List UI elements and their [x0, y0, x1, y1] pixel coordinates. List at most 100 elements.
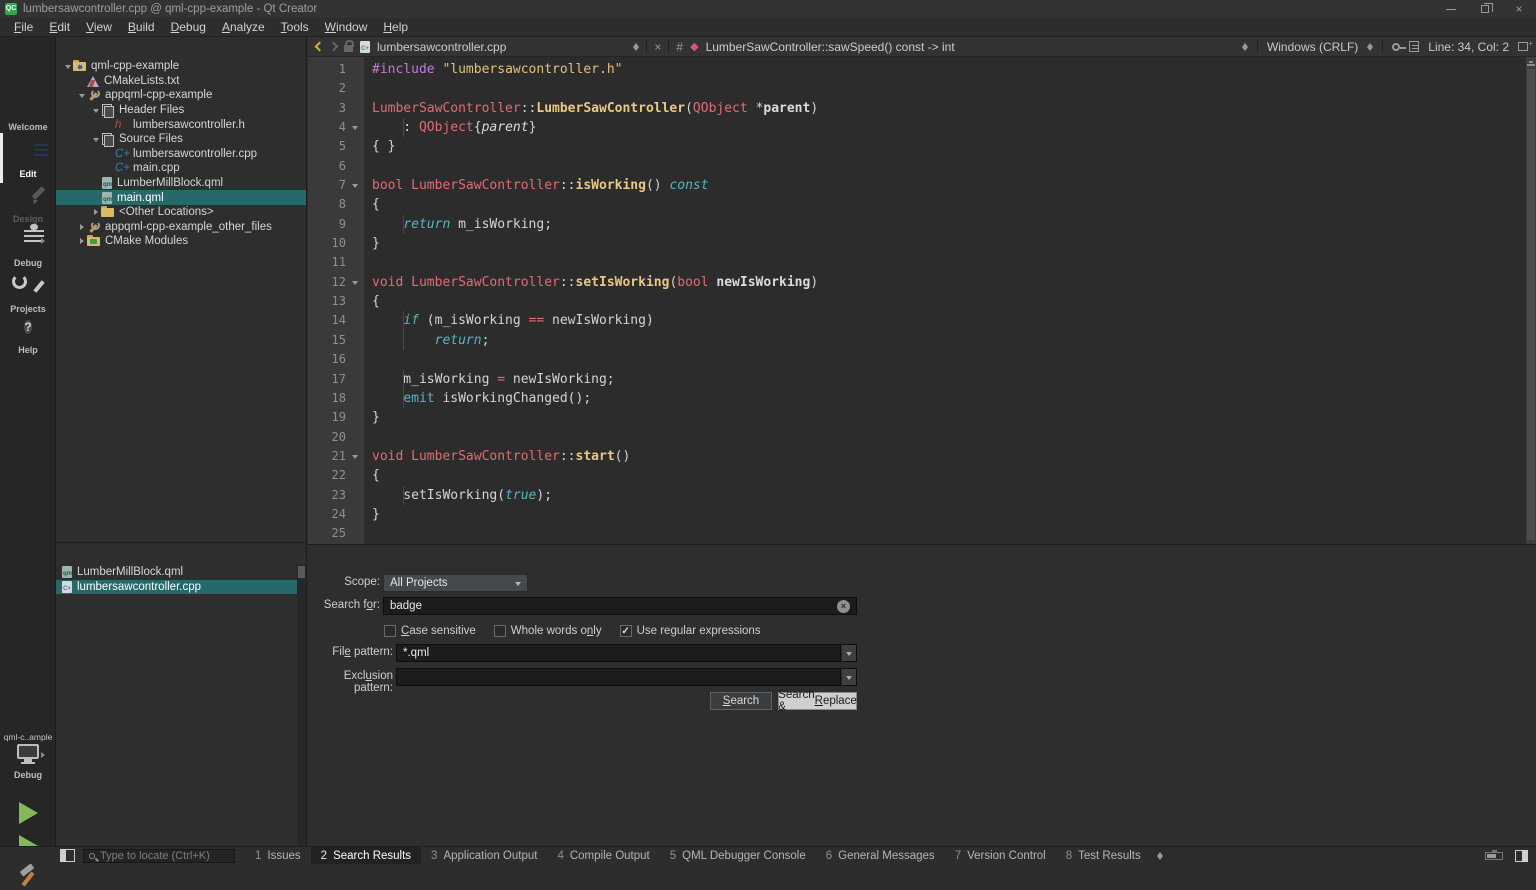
output-tab-version-control[interactable]: 7Version Control: [945, 847, 1056, 864]
file-pattern-input[interactable]: *.qml: [396, 644, 841, 662]
line-number[interactable]: 21: [308, 447, 346, 466]
line-number[interactable]: 22: [308, 466, 346, 485]
mode-edit[interactable]: Edit: [0, 139, 56, 179]
chevron-right-icon[interactable]: [77, 224, 86, 230]
whole-words-checkbox[interactable]: Whole words only: [494, 622, 602, 640]
line-number[interactable]: 4: [308, 118, 346, 137]
hash-symbol-icon[interactable]: #: [676, 40, 683, 54]
mode-debug[interactable]: Debug: [0, 228, 56, 268]
fold-marker-icon[interactable]: [346, 176, 364, 195]
annotation-toggle-icon[interactable]: [1527, 59, 1535, 66]
line-number[interactable]: 18: [308, 389, 346, 408]
tree-item-lumbersawcontroller-h[interactable]: hlumbersawcontroller.h: [56, 117, 306, 132]
open-document-lumbersawcontroller-cpp[interactable]: C+lumbersawcontroller.cpp: [56, 580, 306, 595]
search-button[interactable]: Search: [710, 692, 772, 710]
mode-help[interactable]: ? Help: [0, 318, 56, 355]
chevron-down-icon[interactable]: [91, 134, 100, 145]
chevron-down-icon[interactable]: [91, 105, 100, 116]
case-sensitive-checkbox[interactable]: Case sensitive: [384, 622, 476, 640]
tree-item-lumbermillblock-qml[interactable]: qmLumberMillBlock.qml: [56, 176, 306, 191]
line-number[interactable]: 23: [308, 486, 346, 505]
symbol-dropdown-arrows-icon[interactable]: [1242, 40, 1248, 54]
tree-item-appqml-cpp-example[interactable]: appqml-cpp-example: [56, 88, 306, 103]
tree-item--other-locations-[interactable]: <Other Locations>: [56, 205, 306, 220]
line-number[interactable]: 8: [308, 195, 346, 214]
toggle-left-sidebar-icon[interactable]: [60, 849, 75, 862]
close-document-icon[interactable]: ×: [654, 40, 661, 54]
fold-marker-icon[interactable]: [346, 447, 364, 466]
line-number[interactable]: 13: [308, 292, 346, 311]
tree-item-qml-cpp-example[interactable]: qml-cpp-example: [56, 59, 306, 74]
line-number[interactable]: 25: [308, 524, 346, 543]
line-number[interactable]: 9: [308, 215, 346, 234]
line-number[interactable]: 20: [308, 428, 346, 447]
chevron-right-icon[interactable]: [91, 209, 100, 215]
menu-debug[interactable]: Debug: [163, 18, 214, 36]
current-symbol[interactable]: LumberSawController::sawSpeed() const ->…: [706, 40, 955, 54]
scope-select[interactable]: All Projects: [383, 574, 528, 592]
tree-item-lumbersawcontroller-cpp[interactable]: C+lumbersawcontroller.cpp: [56, 147, 306, 162]
line-number[interactable]: 12: [308, 273, 346, 292]
exclusion-pattern-dropdown-icon[interactable]: [841, 668, 857, 686]
line-number[interactable]: 19: [308, 408, 346, 427]
line-ending-select[interactable]: Windows (CRLF): [1267, 40, 1358, 54]
file-dropdown-arrows-icon[interactable]: [633, 40, 639, 54]
menu-build[interactable]: Build: [120, 18, 163, 36]
chevron-down-icon[interactable]: [63, 61, 72, 72]
line-number[interactable]: 17: [308, 370, 346, 389]
menu-window[interactable]: Window: [317, 18, 376, 36]
mode-projects[interactable]: Projects: [0, 274, 56, 314]
output-panes-arrows-icon[interactable]: [1157, 849, 1163, 863]
menu-help[interactable]: Help: [375, 18, 416, 36]
chevron-right-icon[interactable]: [77, 238, 86, 244]
code-text-area[interactable]: 1#include "lumbersawcontroller.h"23Lumbe…: [308, 57, 1526, 544]
search-input[interactable]: badge ×: [383, 597, 857, 615]
exclusion-pattern-input[interactable]: [396, 668, 841, 686]
line-number[interactable]: 15: [308, 331, 346, 350]
tree-item-appqml-cpp-example-other-files[interactable]: appqml-cpp-example_other_files: [56, 220, 306, 235]
open-documents-scrollbar[interactable]: [297, 565, 306, 846]
build-button[interactable]: [0, 865, 56, 890]
menu-file[interactable]: File: [6, 18, 41, 36]
open-file-name[interactable]: lumbersawcontroller.cpp: [377, 40, 506, 54]
tree-item-source-files[interactable]: Source Files: [56, 132, 306, 147]
line-number[interactable]: 10: [308, 234, 346, 253]
line-number[interactable]: 6: [308, 157, 346, 176]
line-number[interactable]: 3: [308, 99, 346, 118]
chevron-down-icon[interactable]: [77, 90, 86, 101]
menu-view[interactable]: View: [78, 18, 120, 36]
menu-edit[interactable]: Edit: [41, 18, 78, 36]
tree-item-cmakelists-txt[interactable]: CMakeLists.txt: [56, 74, 306, 89]
line-number[interactable]: 7: [308, 176, 346, 195]
line-number[interactable]: 14: [308, 311, 346, 330]
file-pattern-dropdown-icon[interactable]: [841, 644, 857, 662]
key-icon[interactable]: [1392, 43, 1400, 51]
line-number[interactable]: 24: [308, 505, 346, 524]
tree-item-main-qml[interactable]: qmmain.qml: [56, 190, 306, 205]
output-tab-qml-debugger-console[interactable]: 5QML Debugger Console: [660, 847, 816, 864]
menu-analyze[interactable]: Analyze: [214, 18, 273, 36]
clear-search-icon[interactable]: ×: [837, 600, 850, 613]
use-regex-checkbox[interactable]: ✓ Use regular expressions: [620, 622, 761, 640]
output-tab-test-results[interactable]: 8Test Results: [1056, 847, 1151, 864]
close-button[interactable]: ×: [1502, 0, 1536, 18]
restore-button[interactable]: [1468, 0, 1502, 18]
split-editor-icon[interactable]: [1518, 42, 1528, 51]
line-number[interactable]: 2: [308, 79, 346, 98]
output-tab-search-results[interactable]: 2Search Results: [311, 847, 421, 864]
forward-icon[interactable]: [329, 42, 339, 52]
search-replace-button[interactable]: Search & Replace: [778, 692, 857, 710]
locator-input[interactable]: Type to locate (Ctrl+K): [83, 849, 235, 863]
run-button[interactable]: [0, 802, 56, 827]
tree-item-header-files[interactable]: Header Files: [56, 103, 306, 118]
output-tab-compile-output[interactable]: 4Compile Output: [547, 847, 659, 864]
document-properties-icon[interactable]: [1409, 41, 1419, 52]
line-number[interactable]: 1: [308, 60, 346, 79]
fold-marker-icon[interactable]: [346, 273, 364, 292]
kit-selector[interactable]: Debug: [0, 744, 56, 780]
scrollbar-thumb[interactable]: [1527, 69, 1535, 540]
editor-scrollbar[interactable]: [1526, 57, 1536, 544]
open-document-lumbermillblock-qml[interactable]: qmLumberMillBlock.qml: [56, 565, 306, 580]
fold-marker-icon[interactable]: [346, 118, 364, 137]
line-number[interactable]: 16: [308, 350, 346, 369]
